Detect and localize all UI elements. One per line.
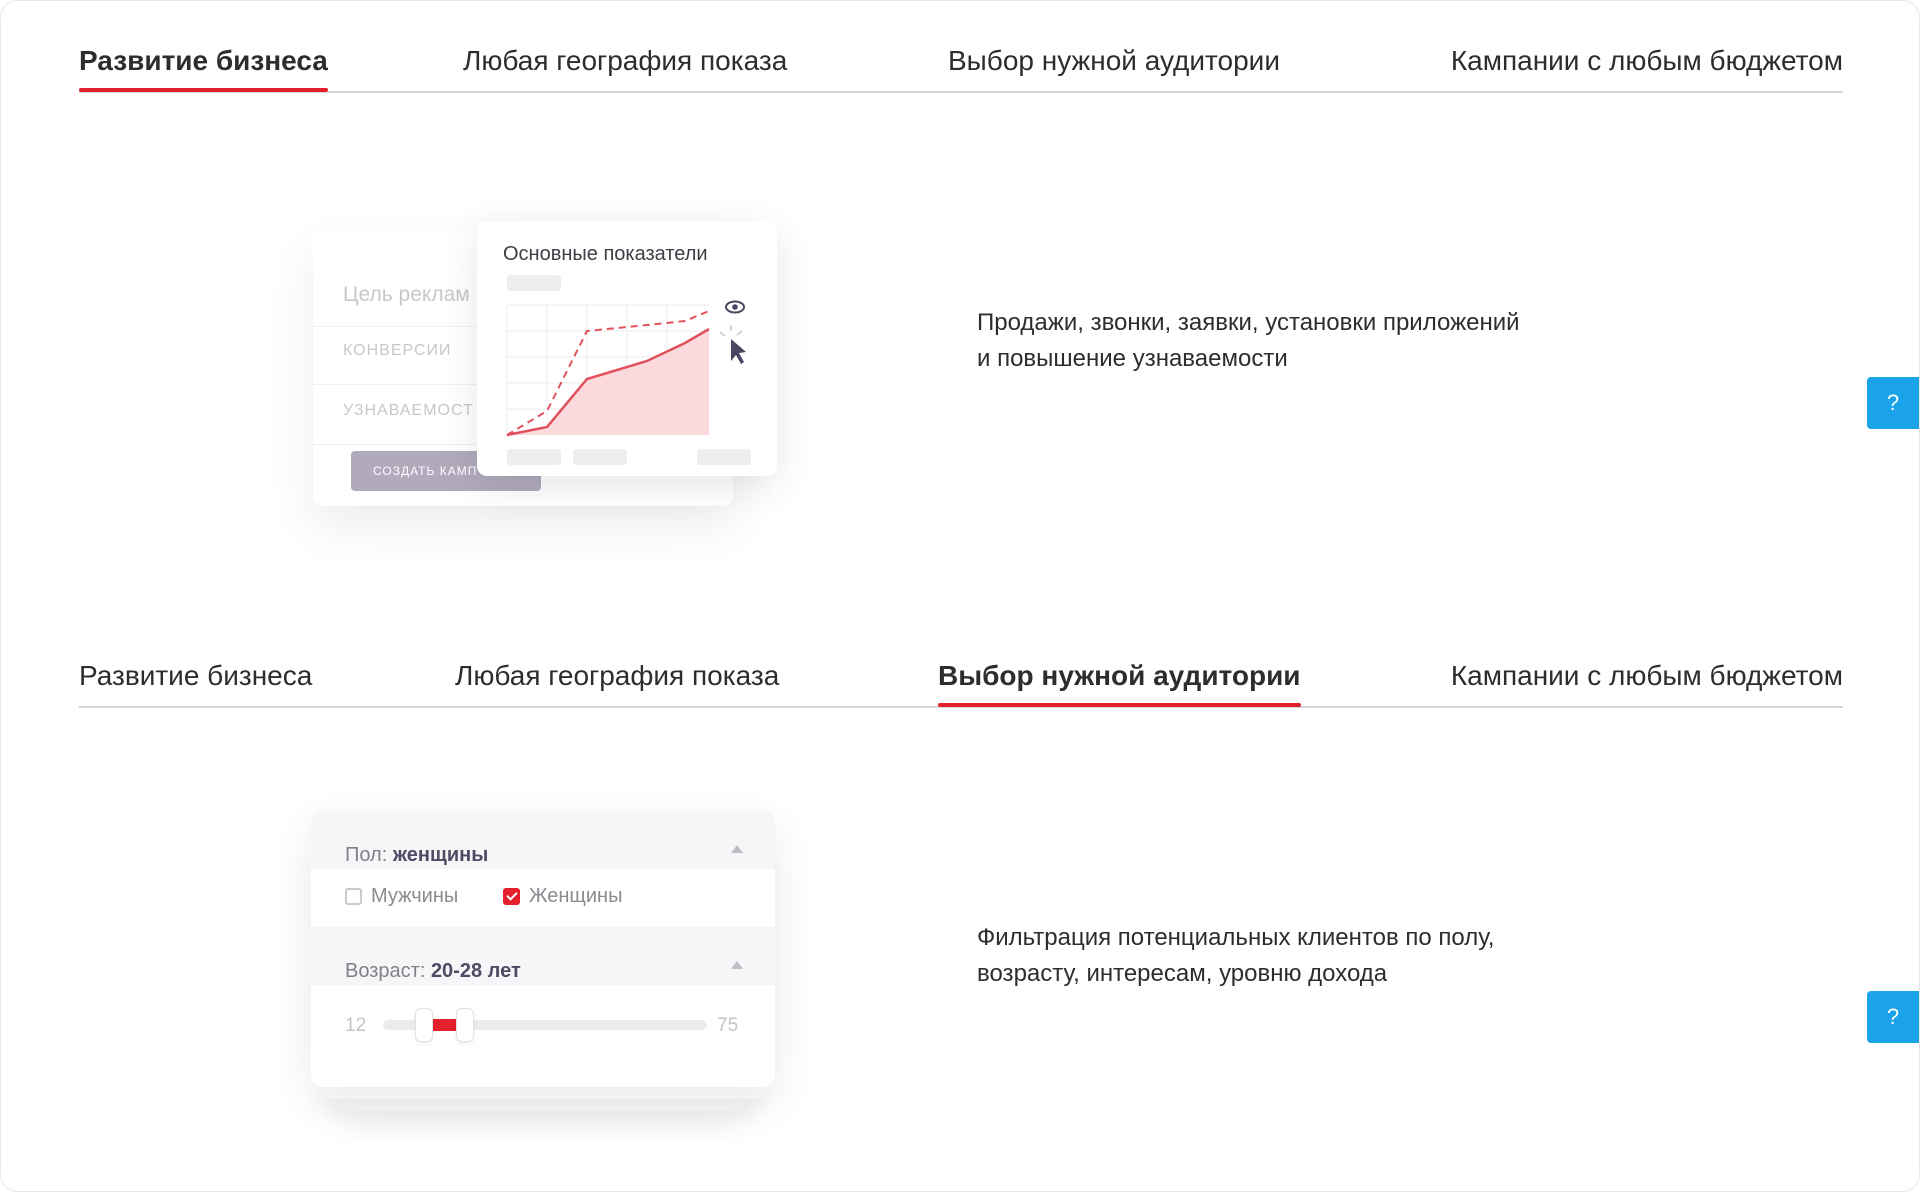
- description-line: Продажи, звонки, заявки, установки прило…: [977, 309, 1520, 336]
- help-button[interactable]: ?: [1867, 377, 1919, 429]
- tab-budget[interactable]: Кампании с любым бюджетом: [1451, 652, 1843, 700]
- feature-tabs: Развитие бизнеса Любая география показа …: [79, 37, 1843, 93]
- placeholder-bar: [573, 449, 627, 465]
- goal-option-awareness: УЗНАВАЕМОСТ: [343, 402, 474, 419]
- checkbox-men[interactable]: Мужчины: [345, 885, 458, 908]
- range-max: 75: [717, 1015, 739, 1036]
- age-value: 20-28 лет: [430, 960, 521, 982]
- collapse-caret-icon[interactable]: [731, 961, 743, 969]
- tab-geography[interactable]: Любая география показа: [455, 652, 779, 700]
- cursor-icon: [731, 339, 746, 364]
- feature-description: Продажи, звонки, заявки, установки прило…: [977, 305, 1617, 377]
- checkbox-women[interactable]: Женщины: [503, 885, 622, 908]
- tab-audience[interactable]: Выбор нужной аудитории: [938, 652, 1301, 707]
- tab-budget[interactable]: Кампании с любым бюджетом: [1451, 37, 1843, 85]
- checkbox-box-checked[interactable]: [503, 888, 520, 905]
- page-frame: Развитие бизнеса Любая география показа …: [0, 0, 1920, 1192]
- feature-tabs: Развитие бизнеса Любая география показа …: [79, 652, 1843, 708]
- tab-geography[interactable]: Любая география показа: [463, 37, 787, 85]
- metrics-illustration: Цель реклам КОНВЕРСИИ УЗНАВАЕМОСТ СОЗДАТ…: [273, 211, 813, 591]
- key-metrics-card: Основные показатели: [477, 221, 777, 476]
- goal-option-conversions: КОНВЕРСИИ: [343, 342, 452, 359]
- tab-business-growth[interactable]: Развитие бизнеса: [79, 37, 328, 92]
- checkbox-box[interactable]: [345, 888, 362, 905]
- gender-label: Пол:: [345, 844, 388, 866]
- age-slider-min-handle[interactable]: [415, 1008, 434, 1042]
- age-slider-max-handle[interactable]: [456, 1008, 475, 1042]
- placeholder-bar: [507, 275, 561, 291]
- audience-filter-illustration: Пол: женщины Мужчины Женщины Возраст: 20…: [273, 801, 813, 1181]
- range-min: 12: [345, 1015, 367, 1036]
- eye-icon: [725, 300, 745, 314]
- tab-business-growth[interactable]: Развитие бизнеса: [79, 652, 312, 700]
- description-line: возрасту, интересам, уровню дохода: [977, 960, 1388, 987]
- goal-label: Цель реклам: [343, 283, 470, 306]
- placeholder-bar: [507, 449, 561, 465]
- help-button[interactable]: ?: [1867, 991, 1919, 1043]
- placeholder-bar: [697, 449, 751, 465]
- metrics-chart: [506, 275, 751, 465]
- collapse-caret-icon[interactable]: [731, 845, 743, 853]
- feature-description: Фильтрация потенциальных клиентов по пол…: [977, 920, 1617, 992]
- checkbox-label: Женщины: [529, 885, 623, 907]
- description-line: и повышение узнаваемости: [977, 345, 1288, 372]
- checkbox-label: Мужчины: [371, 885, 459, 907]
- description-line: Фильтрация потенциальных клиентов по пол…: [977, 924, 1495, 951]
- tab-audience[interactable]: Выбор нужной аудитории: [948, 37, 1280, 85]
- click-burst-icon: [719, 325, 743, 337]
- gender-summary: Пол: женщины: [345, 844, 488, 867]
- gender-value: женщины: [392, 844, 489, 866]
- age-label: Возраст:: [345, 960, 426, 982]
- age-summary: Возраст: 20-28 лет: [345, 960, 521, 983]
- audience-filter-panel: Пол: женщины Мужчины Женщины Возраст: 20…: [311, 811, 775, 1087]
